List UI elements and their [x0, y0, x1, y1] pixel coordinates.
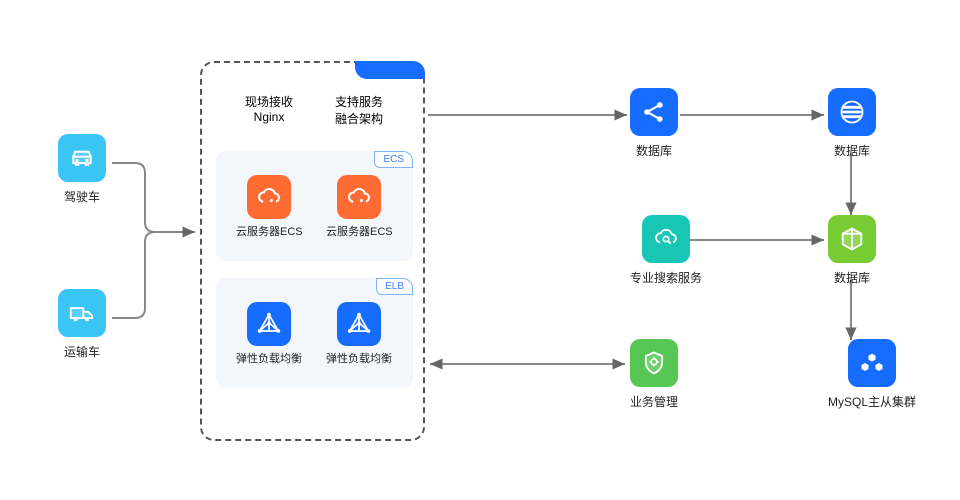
center-panel: 现场接收Nginx 支持服务融合架构 ECS 云服务器ECS 云服务器ECS E… — [200, 61, 425, 441]
node-r1c2: 数据库 — [828, 88, 876, 159]
share-icon — [630, 88, 678, 136]
ecs-item-2: 云服务器ECS — [326, 175, 393, 239]
elb-item-1: 弹性负载均衡 — [236, 302, 302, 366]
elb-item-2: 弹性负载均衡 — [326, 302, 392, 366]
node-r2c1: 专业搜索服务 — [630, 215, 702, 286]
shield-gear-icon — [630, 339, 678, 387]
truck-icon — [58, 289, 106, 337]
node-r3c1: 业务管理 — [630, 339, 678, 410]
panel-ribbon — [355, 61, 425, 79]
ecs-panel: ECS 云服务器ECS 云服务器ECS — [216, 151, 413, 261]
connector-arrows — [0, 0, 960, 500]
car-icon — [58, 134, 106, 182]
center-text-2: 支持服务融合架构 — [324, 93, 394, 127]
cluster-icon — [848, 339, 896, 387]
ecs-item-1: 云服务器ECS — [236, 175, 303, 239]
cloud-icon — [247, 175, 291, 219]
elb-tag: ELB — [376, 278, 413, 295]
cloud-search-icon — [642, 215, 690, 263]
stack-icon — [828, 88, 876, 136]
node-car: 驾驶车 — [58, 134, 106, 205]
node-r1c1: 数据库 — [630, 88, 678, 159]
triangle-net-icon — [247, 302, 291, 346]
node-truck: 运输车 — [58, 289, 106, 360]
cube-icon — [828, 215, 876, 263]
ecs-tag: ECS — [374, 151, 413, 168]
center-text-1: 现场接收Nginx — [234, 93, 304, 124]
cloud-icon — [337, 175, 381, 219]
truck-label: 运输车 — [64, 343, 100, 360]
elb-panel: ELB 弹性负载均衡 弹性负载均衡 — [216, 278, 413, 388]
car-label: 驾驶车 — [64, 188, 100, 205]
node-r3c2: MySQL主从集群 — [828, 339, 916, 410]
node-r2c2: 数据库 — [828, 215, 876, 286]
triangle-net-icon — [337, 302, 381, 346]
